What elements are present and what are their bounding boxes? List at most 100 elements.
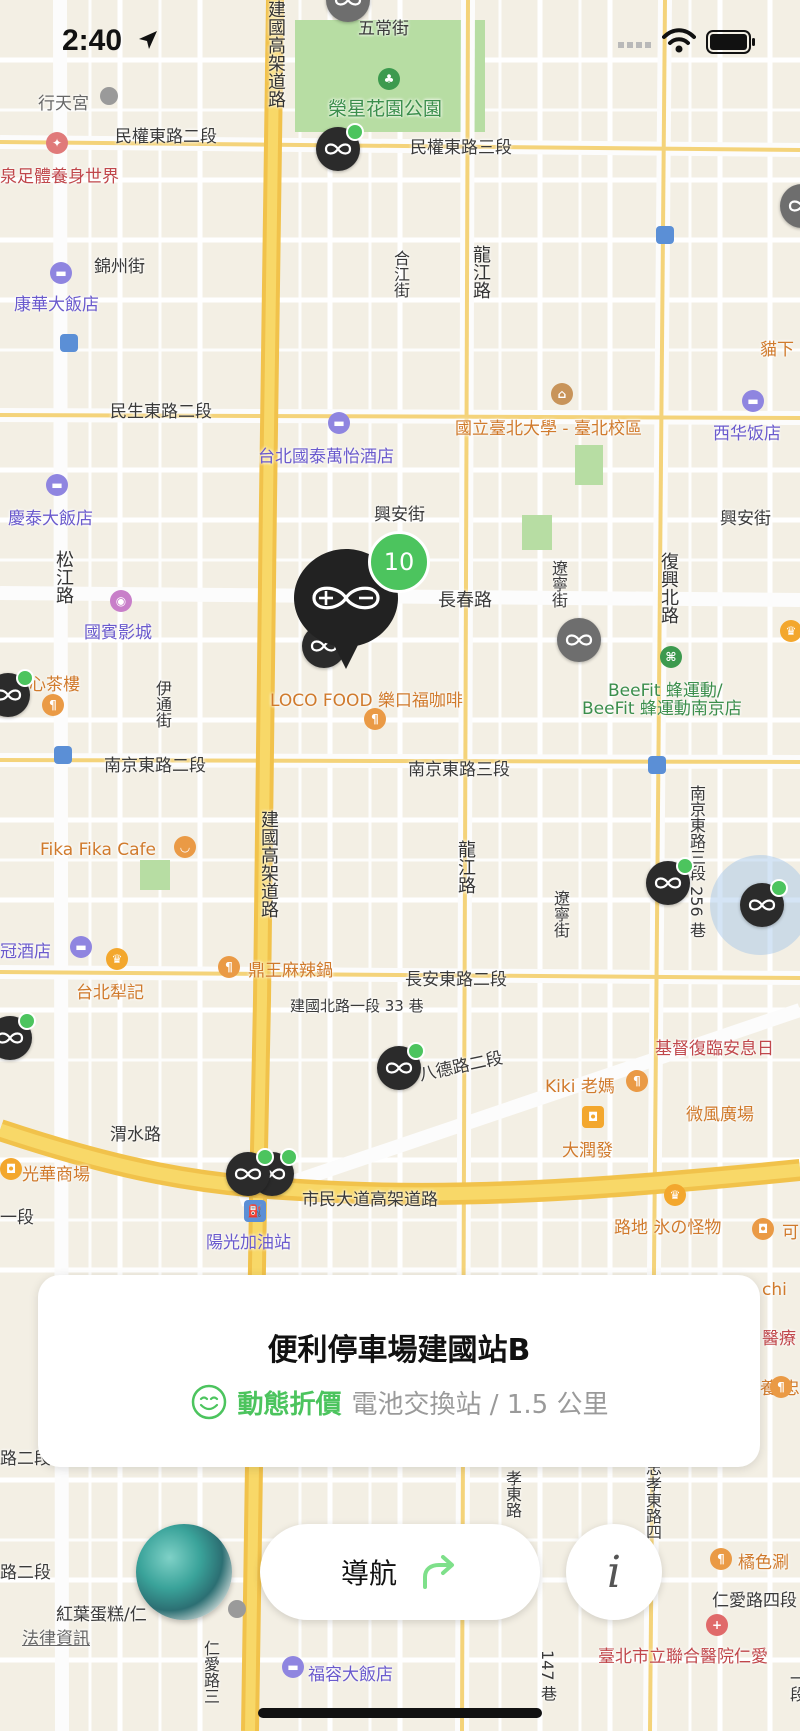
station-info-card[interactable]: 便利停車場建國站B 動態折價 電池交換站 / 1.5 公里: [38, 1275, 760, 1467]
map-label-changan: 長安東路二段: [405, 970, 507, 990]
station-pin[interactable]: [377, 1042, 425, 1090]
map-label-maoxia: 貓下: [760, 340, 794, 360]
infinity-icon: [324, 143, 352, 155]
map-label-zhongxiao: 忠孝東路四: [643, 1460, 662, 1540]
map-label-jianguo-lane33: 建國北路一段 33 巷: [290, 997, 424, 1015]
cinema-icon: ◉: [110, 590, 132, 612]
map-label-xingan: 興安街: [374, 505, 425, 525]
shopping-icon: ♛: [664, 1184, 686, 1206]
map-label-crown-hotel: 冠酒店: [0, 942, 51, 962]
map-label-park: 榮星花園公園: [328, 98, 443, 120]
map-label-dingwang: 鼎王麻辣鍋: [248, 961, 333, 981]
station-pin[interactable]: [226, 1148, 274, 1196]
map-label-chi: chi: [762, 1280, 787, 1300]
map-label-yiduan-2: 一段: [787, 1670, 800, 1702]
info-button[interactable]: i: [566, 1524, 662, 1620]
map-label-erduan-2: 路二段: [0, 1563, 51, 1583]
spa-icon: ✦: [46, 132, 68, 154]
map-label-songjiang: 松江路: [53, 550, 74, 604]
infinity-icon: [565, 634, 593, 646]
map-label-yiyao: 醫療: [762, 1329, 796, 1349]
map-label-nanjing2: 南京東路二段: [104, 756, 206, 776]
dessert-icon: ◘: [752, 1218, 774, 1240]
status-bar: 2:40: [0, 0, 800, 88]
map-label-furong: 福容大飯店: [308, 1665, 393, 1685]
map-label-weifeng: 微風廣場: [686, 1105, 754, 1125]
map-label-minquan3: 民權東路三段: [410, 138, 512, 158]
map-label-xihua: 西华饭店: [713, 424, 781, 444]
available-dot: [280, 1148, 298, 1166]
map-label-cathay-hotel: 台北國泰萬怡酒店: [258, 447, 394, 467]
map-label-darunfa: 大潤發: [562, 1141, 613, 1161]
hotel-icon: ▬: [328, 412, 350, 434]
available-dot: [256, 1148, 274, 1166]
station-pin-selected[interactable]: [740, 879, 788, 927]
user-avatar[interactable]: [136, 1524, 232, 1620]
map-view[interactable]: 五常街 榮星花園公園 行天宮 民權東路二段 民權東路三段 泉足體養身世界 錦州街…: [0, 0, 800, 1731]
restaurant-icon: ¶: [42, 694, 64, 716]
store-icon: ◘: [582, 1106, 604, 1128]
battery-icon: [706, 30, 755, 54]
map-label-minquan2: 民權東路二段: [115, 127, 217, 147]
restaurant-icon: ¶: [710, 1548, 732, 1570]
map-label-weishui: 渭水路: [110, 1125, 161, 1145]
restaurant-icon: ¶: [218, 956, 240, 978]
station-cluster-pin[interactable]: 10: [292, 531, 430, 670]
gym-icon: ⌘: [660, 646, 682, 668]
map-label-yiduan: 一段: [0, 1208, 34, 1228]
map-label-jianguo-elevated: 建國高架道路: [258, 810, 279, 918]
hospital-icon: +: [706, 1614, 728, 1636]
infinity-icon: [748, 899, 776, 911]
university-icon: ⌂: [551, 383, 573, 405]
map-label-hospital: 臺北市立聯合醫院仁愛: [598, 1647, 768, 1667]
cellular-signal-icon: [618, 42, 651, 48]
map-label-civic-elevated: 市民大道高架道路: [302, 1190, 438, 1210]
map-label-fuxing-north: 復興北路: [658, 552, 679, 624]
map-label-beefit-2: BeeFit 蜂運動南京店: [582, 699, 742, 719]
map-label-jinzhou: 錦州街: [94, 257, 145, 277]
map-label-taipei-lee: 台北犁記: [76, 983, 144, 1003]
map-label-hongye: 紅葉蛋糕/仁: [56, 1605, 147, 1625]
map-label-lane147: 147 巷: [538, 1650, 557, 1702]
map-label-ke: 可: [782, 1223, 799, 1243]
infinity-icon: [0, 689, 22, 701]
map-label-liaoning-2: 遼寧街: [551, 890, 570, 938]
cluster-count-badge: 10: [368, 531, 430, 593]
map-label-loco-food: LOCO FOOD 樂口福咖啡: [270, 691, 463, 711]
hotel-icon: ▬: [282, 1656, 304, 1678]
station-meta-row: 動態折價 電池交換站 / 1.5 公里: [38, 1383, 760, 1421]
map-label-legal[interactable]: 法律資訊: [22, 1624, 90, 1649]
map-label-liaoning: 遼寧街: [549, 560, 568, 608]
home-indicator[interactable]: [258, 1708, 542, 1718]
available-dot: [346, 123, 364, 141]
cluster-count: 10: [383, 548, 415, 576]
navigate-button[interactable]: 導航: [260, 1524, 540, 1620]
map-label-minsheng2: 民生東路二段: [110, 402, 212, 422]
map-label-renai-road: 仁愛路四段: [712, 1591, 797, 1611]
map-label-kanghua: 康華大飯店: [14, 295, 99, 315]
dynamic-discount-label: 動態折價: [237, 1389, 342, 1420]
map-label-foot-spa: 泉足體養身世界: [0, 167, 119, 187]
map-label-xiaodong: 孝東路: [503, 1470, 522, 1518]
map-label-juse: 橘色涮: [738, 1553, 789, 1573]
wifi-icon: [662, 28, 696, 53]
infinity-icon: [654, 877, 682, 889]
map-label-guobin: 國賓影城: [84, 623, 152, 643]
map-label-longjiang: 龍江路: [470, 245, 491, 299]
available-dot: [676, 857, 694, 875]
station-pin[interactable]: [646, 857, 694, 905]
station-pin[interactable]: [557, 618, 601, 662]
marker-icon: [228, 1600, 246, 1618]
infinity-icon: [0, 1032, 24, 1044]
status-time: 2:40: [62, 24, 123, 57]
map-label-yitong: 伊通街: [153, 680, 172, 728]
temple-icon: [100, 87, 118, 105]
map-label-longjiang-2: 龍江路: [455, 840, 476, 894]
hotel-icon: ▬: [50, 262, 72, 284]
map-label-ntu: 國立臺北大學 - 臺北校區: [455, 419, 642, 439]
station-pin[interactable]: [316, 123, 364, 171]
infinity-icon: [234, 1168, 262, 1180]
infinity-icon: [788, 200, 800, 212]
bus-stop-icon: [648, 756, 666, 774]
bus-stop-icon: [60, 334, 78, 352]
